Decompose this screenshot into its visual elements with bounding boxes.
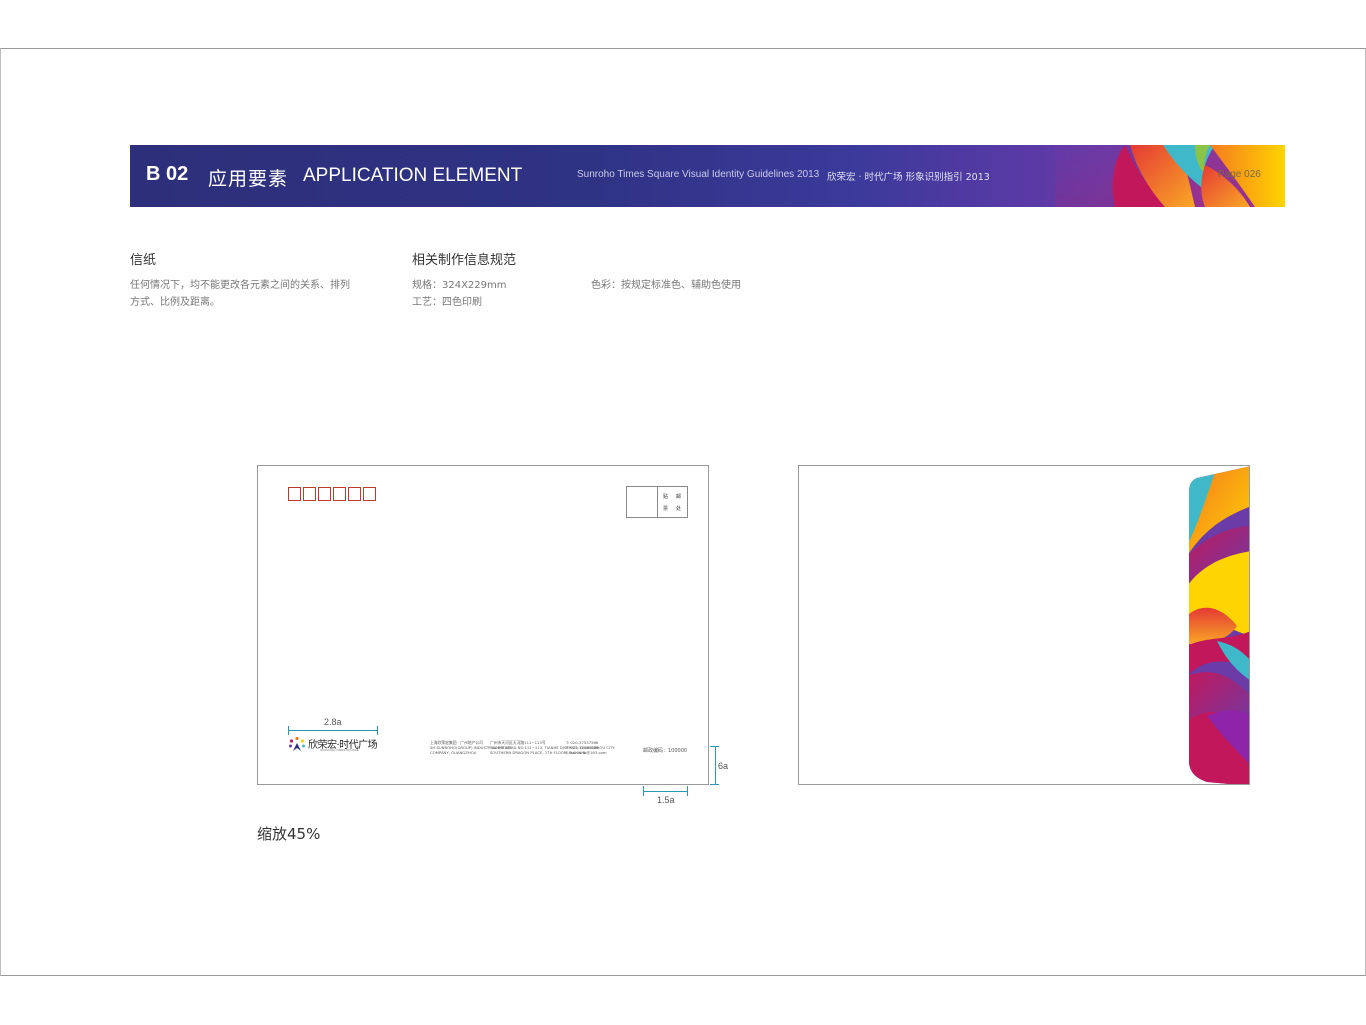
section-title-cn: 应用要素 xyxy=(208,168,289,190)
address-line: E: sunroho@163.com xyxy=(566,750,607,755)
section-heading-letterhead: 信纸 xyxy=(130,253,157,268)
dimension-line-6a xyxy=(715,746,716,784)
header-banner: B 02 应用要素 APPLICATION ELEMENT Sunroho Ti… xyxy=(130,145,1285,207)
envelope-flap-art xyxy=(1189,466,1249,784)
postcode-box xyxy=(318,487,331,501)
section-code: B 02 xyxy=(146,163,189,185)
page-number: Page 026 xyxy=(1218,169,1261,180)
description-line-2: 方式、比例及距离。 xyxy=(130,297,220,308)
stamp-area: 贴 邮 票 处 xyxy=(626,486,688,518)
dimension-tick xyxy=(687,786,688,796)
stamp-box xyxy=(627,487,658,517)
description-line-1: 任何情况下，均不能更改各元素之间的关系、排列 xyxy=(130,280,350,291)
spec-color: 色彩：按规定标准色、辅助色使用 xyxy=(591,280,741,291)
dimension-tick xyxy=(288,726,289,735)
scale-note: 缩放45% xyxy=(257,825,321,843)
production-info-heading: 相关制作信息规范 xyxy=(412,253,517,268)
dimension-tick xyxy=(377,726,378,735)
spec-process: 工艺：四色印刷 xyxy=(412,297,482,308)
dimension-tick xyxy=(643,786,644,796)
stamp-char: 处 xyxy=(676,506,682,512)
dimension-tick xyxy=(710,784,719,785)
dimension-line-1-5a xyxy=(643,791,687,792)
postcode-box xyxy=(348,487,361,501)
stamp-char: 票 xyxy=(663,506,669,512)
envelope-front: 贴 邮 票 处 2.8a 欣荣宏·时代广场 SUNROHO TIMES SQUA… xyxy=(257,465,709,785)
section-title-en: APPLICATION ELEMENT xyxy=(303,165,523,186)
guideline-subtitle-cn: 欣荣宏 · 时代广场 形象识别指引 2013 xyxy=(827,172,990,183)
guideline-subtitle-en: Sunroho Times Square Visual Identity Gui… xyxy=(577,169,820,180)
stamp-char: 贴 xyxy=(663,494,669,500)
postcode-box xyxy=(303,487,316,501)
postcode-box xyxy=(363,487,376,501)
envelope-back xyxy=(798,465,1250,785)
dimension-label-2-8a: 2.8a xyxy=(324,717,342,727)
spec-size: 规格：324X229mm xyxy=(412,280,507,291)
postcode-label: 邮政编码：100000 xyxy=(643,748,688,754)
logo-subtitle: SUNROHO TIMES SQUARE xyxy=(320,748,359,752)
dimension-tick xyxy=(710,746,719,747)
address-block-contact: T: 020-37537566 F: 020-37537566 E: sunro… xyxy=(566,740,607,755)
logo-star-icon xyxy=(289,736,305,751)
dimension-line-2-8a xyxy=(288,730,377,731)
stamp-char: 邮 xyxy=(676,494,682,500)
postcode-box xyxy=(333,487,346,501)
dimension-label-6a: 6a xyxy=(718,761,729,771)
postcode-boxes xyxy=(288,487,376,501)
postcode-box xyxy=(288,487,301,501)
dimension-label-1-5a: 1.5a xyxy=(657,795,675,805)
